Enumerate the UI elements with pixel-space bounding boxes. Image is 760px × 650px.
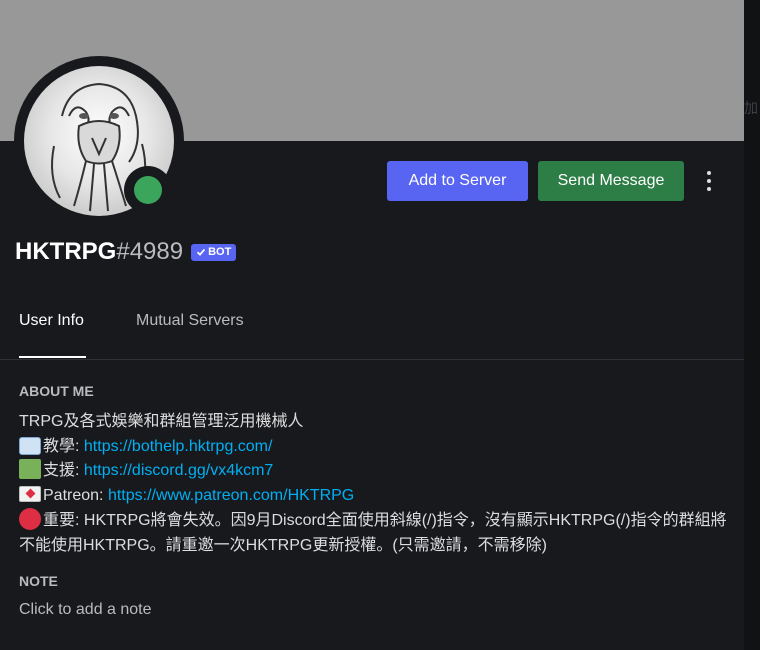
about-line-patreon: Patreon: https://www.patreon.com/HKTRPG [19, 484, 731, 509]
bot-badge: BOT [191, 243, 237, 261]
patreon-link[interactable]: https://www.patreon.com/HKTRPG [108, 487, 354, 504]
about-me-content: TRPG及各式娛樂和群組管理泛用機械人 教學: https://bothelp.… [19, 410, 731, 558]
active-tab-indicator [19, 356, 86, 358]
red-circle-icon [19, 508, 41, 530]
more-options-icon[interactable] [697, 166, 721, 196]
support-link[interactable]: https://discord.gg/vx4kcm7 [84, 462, 273, 479]
add-to-server-button[interactable]: Add to Server [387, 161, 528, 201]
love-letter-icon [19, 485, 41, 502]
checkmark-icon [197, 248, 206, 256]
patreon-label: Patreon: [43, 486, 108, 504]
notice-text: 重要: HKTRPG將會失效。因9月Discord全面使用斜線(/)指令，沒有顯… [19, 512, 727, 554]
open-book-icon [19, 436, 41, 455]
online-status-icon [134, 176, 162, 204]
note-field[interactable]: Click to add a note [19, 601, 619, 625]
help-link[interactable]: https://bothelp.hktrpg.com/ [84, 438, 273, 455]
help-label: 教學: [43, 437, 84, 455]
tab-user-info[interactable]: User Info [19, 312, 84, 338]
bot-badge-label: BOT [208, 246, 232, 258]
about-line-support: 支援: https://discord.gg/vx4kcm7 [19, 459, 731, 484]
username[interactable]: HKTRPG [15, 238, 116, 266]
background-window-text: 加看 [744, 100, 758, 116]
send-message-button[interactable]: Send Message [538, 161, 684, 201]
about-intro: TRPG及各式娛樂和群組管理泛用機械人 [19, 413, 304, 430]
tabs-divider [0, 359, 744, 360]
tab-mutual-servers[interactable]: Mutual Servers [136, 312, 244, 338]
about-line-notice: 重要: HKTRPG將會失效。因9月Discord全面使用斜線(/)指令，沒有顯… [19, 508, 731, 558]
about-me-heading: ABOUT ME [19, 383, 94, 399]
user-name-row: HKTRPG #4989 BOT [15, 236, 237, 268]
green-square-icon [19, 459, 41, 479]
note-heading: NOTE [19, 573, 58, 589]
about-line-help: 教學: https://bothelp.hktrpg.com/ [19, 435, 731, 460]
discriminator[interactable]: #4989 [116, 238, 183, 266]
support-label: 支援: [43, 462, 84, 479]
